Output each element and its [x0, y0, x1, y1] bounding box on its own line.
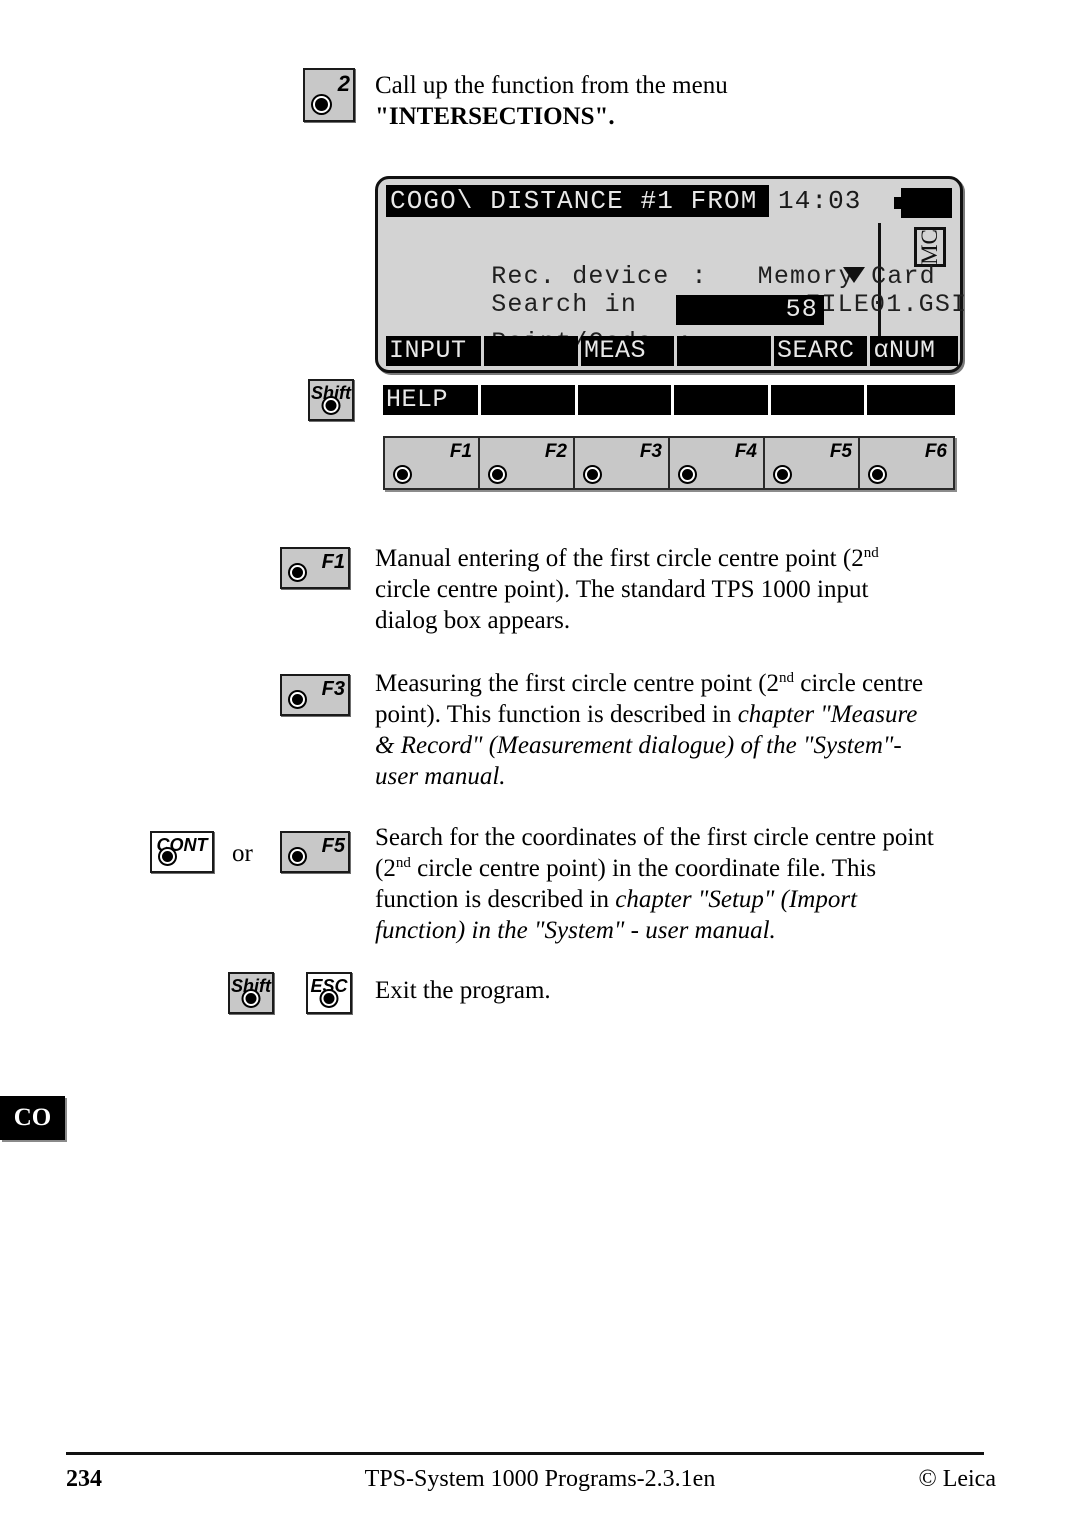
- key-press-dot-icon: [243, 991, 259, 1006]
- key-f5[interactable]: F5: [280, 831, 350, 873]
- shift-softkey-f3[interactable]: [577, 385, 672, 415]
- key-label: F3: [321, 678, 345, 700]
- softkey-f1[interactable]: INPUT: [386, 336, 482, 366]
- key-press-dot-icon: [290, 849, 305, 864]
- key-shift[interactable]: Shift: [228, 972, 274, 1014]
- key-press-dot-icon: [775, 467, 790, 482]
- function-key-f6[interactable]: F6: [860, 438, 953, 488]
- or-conjunction: or: [232, 840, 253, 867]
- function-key-f2[interactable]: F2: [480, 438, 575, 488]
- shift-softkey-f6[interactable]: [867, 385, 956, 415]
- shift-softkey-f4[interactable]: [674, 385, 768, 415]
- key-press-dot-icon: [680, 467, 695, 482]
- softkey-f5[interactable]: SEARC: [773, 336, 868, 366]
- function-key-f6-label: F6: [924, 441, 947, 462]
- key-press-dot-icon: [290, 565, 305, 580]
- function-key-f3-label: F3: [639, 441, 662, 462]
- key-f1[interactable]: F1: [280, 547, 350, 589]
- footer-divider: [66, 1452, 984, 1455]
- key-press-dot-icon: [321, 991, 337, 1006]
- function-key-f1-label: F1: [449, 441, 472, 462]
- key-label: F5: [321, 835, 345, 857]
- key-press-dot-icon: [290, 692, 305, 707]
- function-key-f5-label: F5: [829, 441, 852, 462]
- shift-softkey-f5[interactable]: [770, 385, 865, 415]
- footer-copyright: © Leica: [918, 1466, 996, 1492]
- key-label: 2: [337, 71, 350, 96]
- step-5-text: Exit the program.: [375, 977, 551, 1004]
- softkey-f2[interactable]: [484, 336, 578, 366]
- softkey-f3[interactable]: MEAS: [580, 336, 675, 366]
- step-1-line-1: Call up the function from the menu: [375, 72, 728, 99]
- key-esc[interactable]: ESC: [306, 972, 352, 1014]
- key-press-dot-icon: [323, 398, 339, 413]
- key-press-dot-icon: [160, 849, 175, 864]
- function-key-f3[interactable]: F3: [575, 438, 670, 488]
- lcd-display-unit: COGO\ DISTANCE #1 FROM 14:03 MC Rec. dev…: [375, 176, 966, 373]
- key-cont[interactable]: CONT: [150, 831, 214, 873]
- shift-softkey-row: HELP: [383, 385, 956, 415]
- function-key-f4-label: F4: [734, 441, 757, 462]
- lcd-screen: COGO\ DISTANCE #1 FROM 14:03 MC Rec. dev…: [386, 185, 966, 366]
- softkey-f6[interactable]: αNUM: [870, 336, 959, 366]
- key-press-dot-icon: [585, 467, 600, 482]
- key-f3[interactable]: F3: [280, 674, 350, 716]
- lcd-clock: 14:03: [778, 186, 862, 216]
- step-1-text: Call up the function from the menu "INTE…: [375, 70, 975, 132]
- chapter-tab-co: CO: [0, 1096, 65, 1140]
- lcd-title-bar: COGO\ DISTANCE #1 FROM: [386, 185, 769, 217]
- function-key-strip: F1 F2 F3 F4 F5 F6: [383, 436, 955, 490]
- function-key-f2-label: F2: [544, 441, 567, 462]
- step-4-text: Search for the coordinates of the first …: [375, 824, 934, 944]
- lcd-row-search-in-value: FILE01.GSI: [805, 290, 968, 319]
- point-code-input[interactable]: 58: [676, 295, 824, 325]
- chevron-down-icon[interactable]: [843, 267, 865, 283]
- key-press-dot-icon: [395, 467, 410, 482]
- battery-full-icon: [894, 188, 952, 218]
- key-label: F1: [321, 551, 345, 573]
- key-press-dot-icon: [313, 96, 330, 113]
- key-shift[interactable]: Shift: [308, 379, 354, 421]
- lcd-softkey-row: INPUT MEAS SEARC αNUM: [386, 336, 959, 366]
- key-digit-2[interactable]: 2: [303, 68, 355, 122]
- function-key-f1[interactable]: F1: [385, 438, 480, 488]
- shift-softkey-f2[interactable]: [481, 385, 575, 415]
- softkey-f4[interactable]: [677, 336, 771, 366]
- key-press-dot-icon: [490, 467, 505, 482]
- step-3-text: Measuring the first circle centre point …: [375, 670, 924, 790]
- shift-softkey-f1[interactable]: HELP: [383, 385, 479, 415]
- key-press-dot-icon: [870, 467, 885, 482]
- function-key-f4[interactable]: F4: [670, 438, 765, 488]
- battery-body: [901, 188, 952, 218]
- step-1-line-2: "INTERSECTIONS".: [375, 103, 615, 130]
- function-key-f5[interactable]: F5: [765, 438, 860, 488]
- step-2-text: Manual entering of the first circle cent…: [375, 545, 879, 634]
